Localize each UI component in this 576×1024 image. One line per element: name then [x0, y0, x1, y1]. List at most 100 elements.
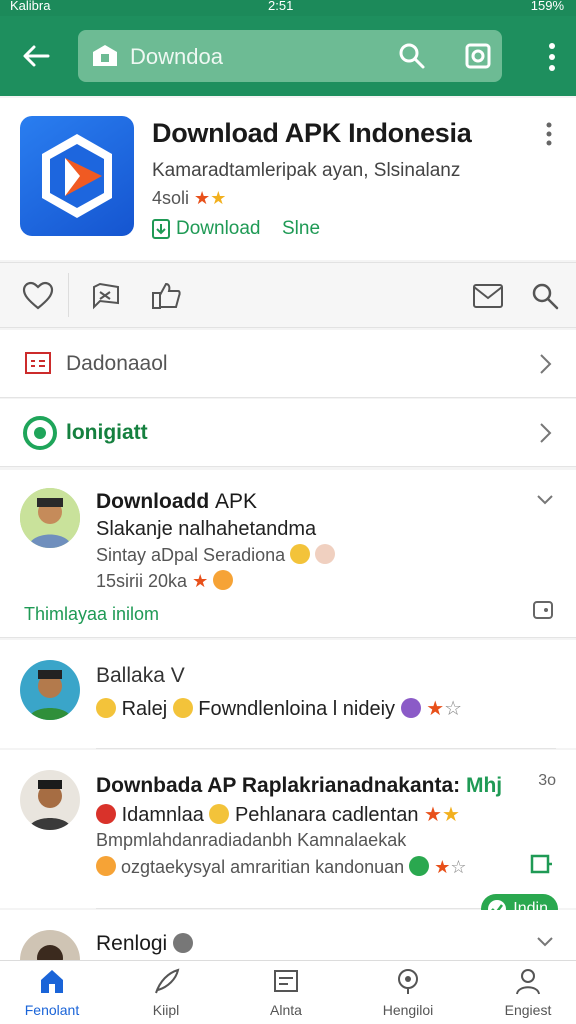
search-text: Downdoa	[130, 44, 223, 69]
nav-label: Hengiloi	[382, 1002, 434, 1018]
star-icon: ★	[434, 857, 451, 877]
nav-explore[interactable]: Kiipl	[118, 967, 214, 1018]
mail-icon[interactable]	[472, 281, 504, 311]
divider	[96, 748, 556, 749]
app-icon[interactable]	[20, 116, 134, 236]
emoji-icon	[96, 804, 116, 824]
slide-link[interactable]: Slne	[282, 218, 320, 240]
chevron-right-icon	[540, 423, 552, 443]
review-item: Downloadd APK Slakanje nalhahetandma Sin…	[0, 470, 576, 638]
home-icon	[41, 970, 63, 993]
emoji-icon	[400, 698, 421, 718]
review-item: Renlogi	[0, 910, 576, 960]
back-arrow-icon[interactable]	[18, 38, 54, 74]
chevron-down-icon[interactable]	[536, 494, 554, 506]
app-rating: 4soli ★★	[152, 188, 226, 209]
avatar-image	[20, 660, 80, 720]
corner-label: 3o	[538, 772, 556, 789]
emoji-icon	[96, 856, 116, 876]
star-icon: ★	[424, 804, 442, 826]
emoji-icon	[96, 698, 116, 718]
heart-icon[interactable]	[22, 281, 54, 311]
app-card: Download APK Indonesia Kamaradtamleripak…	[0, 98, 576, 260]
review-subtext: Bmpmlahdanradiadanbh Kamnalaekak	[96, 830, 407, 850]
search-icon[interactable]	[530, 281, 562, 311]
review-subtext: Sintay aDpal Seradiona	[96, 544, 336, 566]
avatar-image	[20, 488, 80, 548]
review-footer-link[interactable]: Thimlayaa inilom	[24, 604, 159, 625]
reviewer-name: Renlogi	[96, 932, 194, 956]
avatar	[20, 660, 80, 720]
clock: 2:51	[268, 0, 294, 13]
reviewer-name-text: Downbada AP	[96, 774, 237, 797]
nav-label: Fenolant	[24, 1002, 80, 1018]
review-text-start: Idamnlaa	[121, 804, 204, 826]
verified-icon	[173, 933, 194, 953]
calendar-icon	[25, 352, 51, 374]
list-icon	[274, 970, 298, 992]
reviewer-name-text: Downloadd	[96, 490, 210, 513]
review-item: Ballaka V Ralej Fowndlenloina l nideiy ★…	[0, 640, 576, 748]
feather-icon	[155, 968, 180, 994]
review-meta: 15sirii 20ka ★	[96, 570, 234, 592]
menu-row-1[interactable]: Dadonaaol	[0, 330, 576, 398]
reviewer-name: Ballaka V	[96, 664, 185, 688]
rating-text: 4soli	[152, 188, 190, 208]
reviewer-name-suffix: V	[170, 664, 185, 687]
profile-icon	[516, 969, 540, 995]
nav-home[interactable]: Fenolant	[4, 967, 100, 1018]
review-meta-text: ozgtaekysyal amraritian kandonuan	[121, 857, 405, 877]
review-subtext-text: Sintay aDpal Seradiona	[96, 545, 286, 565]
review-text: Idamnlaa Pehlanara cadlentan ★★	[96, 802, 460, 827]
nav-location[interactable]: Hengiloi	[360, 967, 456, 1018]
review-text: Ralej Fowndlenloina l nideiy ★☆	[96, 696, 462, 721]
carrier-label: Kalibra	[10, 0, 51, 13]
search-icon[interactable]	[398, 42, 426, 70]
scan-icon[interactable]	[464, 42, 492, 70]
nav-label: Kiipl	[152, 1002, 180, 1018]
reply-icon[interactable]	[532, 600, 554, 620]
reviewer-name-text: Ballaka	[96, 664, 165, 687]
star-icon: ★	[210, 188, 227, 208]
flag-icon[interactable]	[90, 281, 122, 311]
star-icon: ★	[192, 571, 209, 591]
emoji-icon	[409, 856, 430, 876]
chevron-right-icon	[540, 354, 552, 374]
download-button[interactable]: Download	[152, 218, 261, 240]
store-icon	[93, 45, 117, 66]
nav-profile[interactable]: Engiest	[480, 967, 576, 1018]
reviewer-name-suffix: APK	[215, 490, 258, 513]
reviewer-name-text: Renlogi	[96, 932, 168, 955]
download-label: Download	[176, 218, 261, 239]
more-icon[interactable]	[546, 122, 552, 146]
app-title: Download APK Indonesia	[152, 118, 472, 148]
comment-icon[interactable]	[530, 854, 554, 876]
chevron-down-icon[interactable]	[536, 936, 554, 948]
emoji-icon	[315, 544, 336, 564]
overflow-menu-icon[interactable]	[548, 42, 556, 72]
star-outline-icon: ☆	[450, 857, 467, 877]
app-logo-icon	[42, 134, 112, 218]
emoji-icon	[209, 804, 230, 824]
action-row	[0, 262, 576, 328]
avatar	[20, 488, 80, 548]
thumbs-up-icon[interactable]	[150, 281, 182, 311]
review-text-rest: Pehlanara cadlentan	[234, 804, 419, 826]
search-box[interactable]: Downdoa	[78, 30, 502, 82]
emoji-icon	[172, 698, 193, 718]
review-meta: ozgtaekysyal amraritian kandonuan ★☆	[96, 856, 467, 878]
menu-row-2[interactable]: lonigiatt	[0, 399, 576, 467]
download-icon	[152, 219, 170, 239]
review-text: Slakanje nalhahetandma	[96, 518, 317, 540]
avatar	[20, 770, 80, 830]
nav-list[interactable]: Alnta	[238, 967, 334, 1018]
review-text-rest: Fowndlenloina l nideiy	[198, 698, 396, 720]
bottom-nav: Fenolant Kiipl Alnta Hengiloi Engiest	[0, 960, 576, 1024]
avatar-image	[20, 930, 80, 960]
star-icon: ★	[426, 698, 445, 720]
nav-label: Engiest	[504, 1002, 552, 1018]
row-label: lonigiatt	[66, 421, 148, 444]
emoji-icon	[290, 544, 311, 564]
star-icon: ★	[441, 804, 460, 826]
review-text-start: Ralej	[121, 698, 168, 720]
